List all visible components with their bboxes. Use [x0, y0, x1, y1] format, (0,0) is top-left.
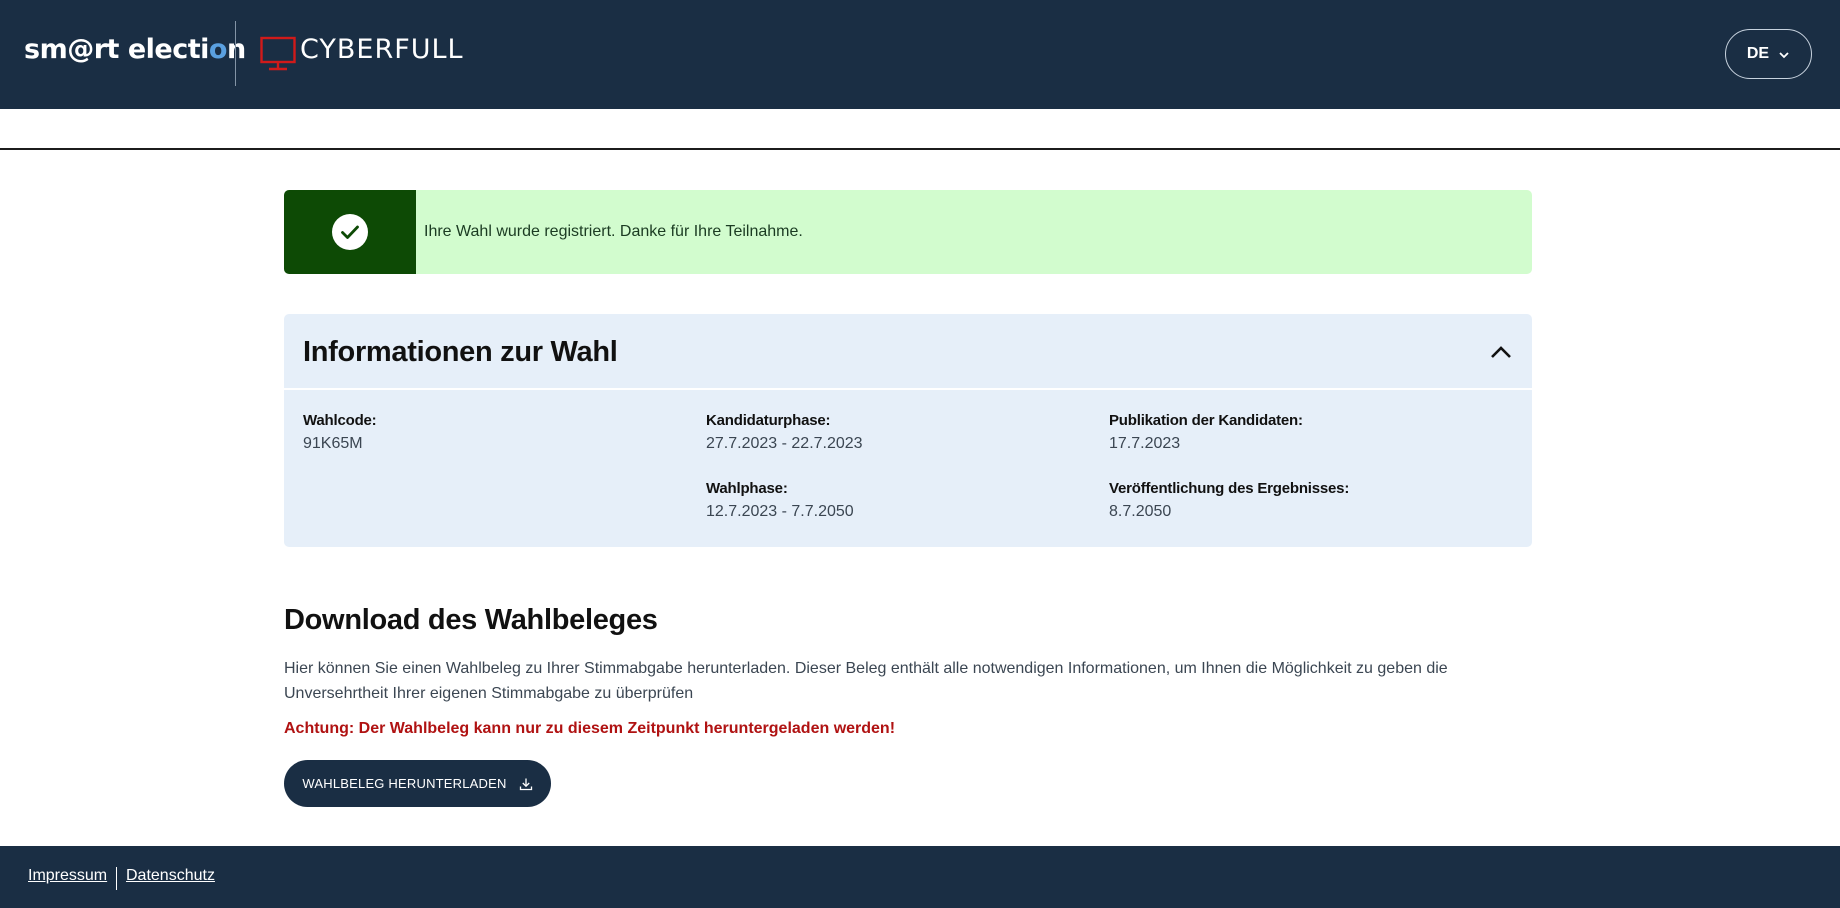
- privacy-link[interactable]: Datenschutz: [126, 867, 215, 885]
- info-label: Kandidaturphase:: [706, 412, 831, 429]
- page-footer: Impressum Datenschutz: [0, 846, 1840, 908]
- download-section-title: Download des Wahlbeleges: [284, 604, 658, 636]
- brand-suffix: n: [226, 34, 246, 65]
- election-info-header[interactable]: Informationen zur Wahl: [284, 314, 1532, 390]
- info-item-voting-phase: Wahlphase: 12.7.2023 - 7.7.2050: [706, 480, 1086, 521]
- check-circle-icon: [332, 214, 368, 250]
- download-button-label: WAHLBELEG HERUNTERLADEN: [302, 776, 507, 791]
- smart-election-logo[interactable]: sm@rt election: [24, 34, 246, 65]
- collapse-toggle-button[interactable]: [1488, 341, 1514, 363]
- info-item-election-code: Wahlcode: 91K65M: [303, 412, 683, 453]
- info-value: 8.7.2050: [1109, 503, 1172, 520]
- info-item-candidate-publication: Publikation der Kandidaten: 17.7.2023: [1109, 412, 1489, 453]
- sub-header-divider: [0, 148, 1840, 150]
- election-info-title: Informationen zur Wahl: [303, 336, 618, 368]
- imprint-link[interactable]: Impressum: [28, 867, 107, 885]
- monitor-icon: [260, 36, 296, 71]
- download-warning: Achtung: Der Wahlbeleg kann nur zu diese…: [284, 720, 896, 737]
- success-alert: Ihre Wahl wurde registriert. Danke für I…: [284, 190, 1532, 274]
- download-receipt-button[interactable]: WAHLBELEG HERUNTERLADEN: [284, 760, 551, 807]
- download-description: Hier können Sie einen Wahlbeleg zu Ihrer…: [284, 660, 1448, 702]
- info-label: Wahlphase:: [706, 480, 788, 497]
- brand-mark: o: [208, 34, 228, 65]
- info-value: 91K65M: [303, 435, 363, 452]
- alert-message: Ihre Wahl wurde registriert. Danke für I…: [424, 223, 803, 240]
- footer-divider: [116, 867, 117, 890]
- header-divider: [235, 21, 236, 86]
- alert-icon-box: [284, 190, 416, 274]
- chevron-down-icon: [1779, 51, 1789, 58]
- info-value: 12.7.2023 - 7.7.2050: [706, 503, 854, 520]
- info-label: Veröffentlichung des Ergebnisses:: [1109, 480, 1350, 497]
- info-item-result-publication: Veröffentlichung des Ergebnisses: 8.7.20…: [1109, 480, 1489, 521]
- info-value: 27.7.2023 - 22.7.2023: [706, 435, 863, 452]
- partner-name: CYBERFULL: [300, 34, 464, 65]
- top-header: sm@rt election CYBERFULL DE: [0, 0, 1840, 109]
- info-item-candidacy-phase: Kandidaturphase: 27.7.2023 - 22.7.2023: [706, 412, 1086, 453]
- info-label: Publikation der Kandidaten:: [1109, 412, 1303, 429]
- election-info-panel: Informationen zur Wahl Wahlcode: 91K65M …: [284, 314, 1532, 547]
- language-select[interactable]: DE: [1725, 29, 1812, 79]
- info-label: Wahlcode:: [303, 412, 377, 429]
- info-value: 17.7.2023: [1109, 435, 1181, 452]
- chevron-up-icon: [1491, 345, 1511, 358]
- cyberfull-logo[interactable]: CYBERFULL: [260, 34, 464, 72]
- brand-prefix: sm@rt electi: [24, 34, 209, 65]
- download-icon: [519, 778, 532, 790]
- language-label: DE: [1746, 45, 1770, 62]
